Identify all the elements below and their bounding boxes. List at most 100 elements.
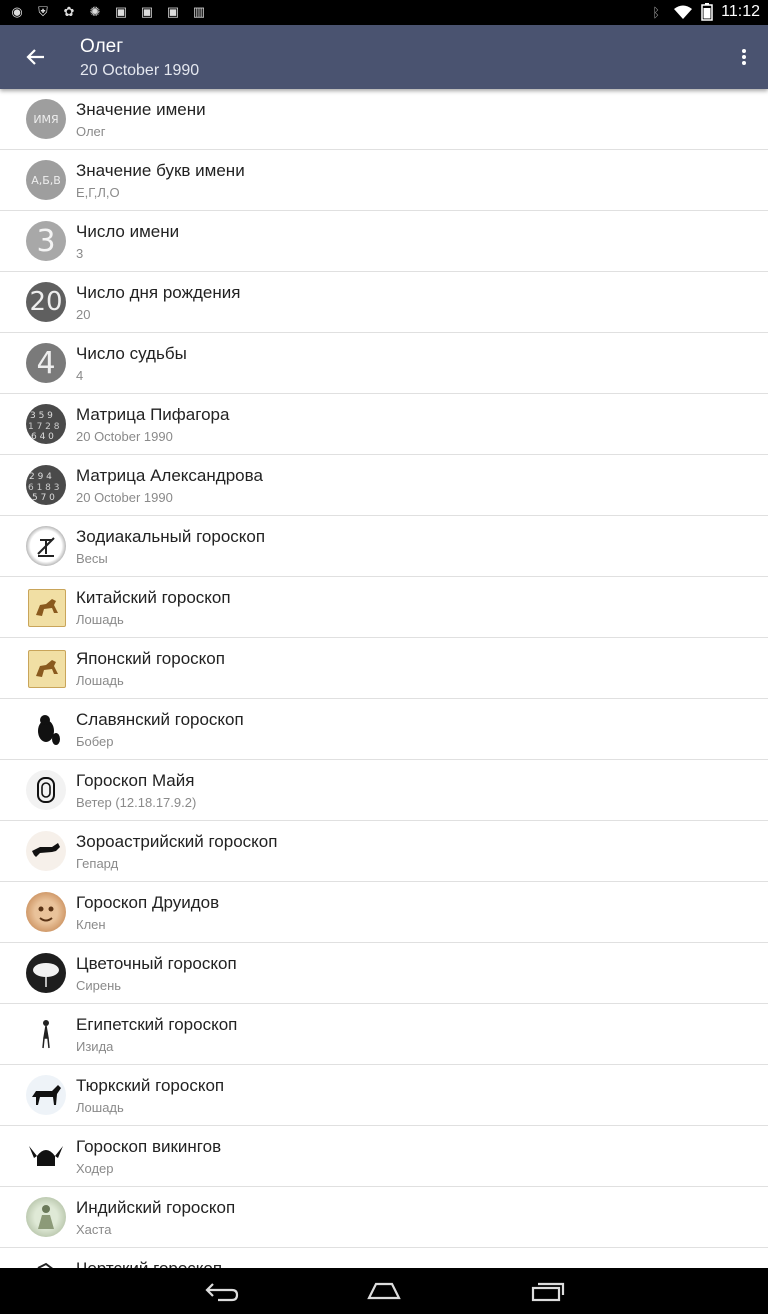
list-item[interactable]: Индийский гороскоп Хаста bbox=[0, 1187, 768, 1248]
isis-icon bbox=[26, 1014, 66, 1054]
list-item[interactable]: Китайский гороскоп Лошадь bbox=[0, 577, 768, 638]
item-title: Цветочный гороскоп bbox=[76, 954, 237, 973]
item-subtitle: 20 bbox=[76, 307, 91, 322]
shield-icon: ⛨ bbox=[38, 4, 48, 19]
item-subtitle: Изида bbox=[76, 1039, 114, 1054]
item-title: Славянский гороскоп bbox=[76, 710, 244, 729]
list-item[interactable]: Гороскоп Майя Ветер (12.18.17.9.2) bbox=[0, 760, 768, 821]
lilac-flower-icon bbox=[26, 953, 66, 993]
item-subtitle: Лошадь bbox=[76, 612, 124, 627]
svg-text:5 7 0: 5 7 0 bbox=[32, 493, 55, 503]
item-subtitle: Бобер bbox=[76, 734, 114, 749]
nav-recents-button[interactable] bbox=[528, 1277, 568, 1305]
list-item[interactable]: Цветочный гороскоп Сирень bbox=[0, 943, 768, 1004]
list-item[interactable]: 4 Число судьбы 4 bbox=[0, 333, 768, 394]
list-item[interactable]: Славянский гороскоп Бобер bbox=[0, 699, 768, 760]
number-icon: 3 bbox=[26, 221, 66, 261]
list-item[interactable]: Зороастрийский гороскоп Гепард bbox=[0, 821, 768, 882]
clock: 11:12 bbox=[721, 3, 760, 20]
list-item[interactable]: 2 9 46 1 8 35 7 0 Матрица Александрова 2… bbox=[0, 455, 768, 516]
back-button[interactable] bbox=[18, 39, 54, 75]
item-subtitle: Олег bbox=[76, 124, 106, 139]
item-subtitle: 20 October 1990 bbox=[76, 490, 173, 505]
item-subtitle: Ходер bbox=[76, 1161, 114, 1176]
item-title: Китайский гороскоп bbox=[76, 588, 231, 607]
item-subtitle: Весы bbox=[76, 551, 108, 566]
store-bag-icon: ▣ bbox=[114, 4, 128, 19]
horoscope-list[interactable]: ИМЯ Значение имени Олег А,Б,В Значение б… bbox=[0, 89, 768, 1268]
list-item[interactable]: Зодиакальный гороскоп Весы bbox=[0, 516, 768, 577]
beaver-icon bbox=[26, 709, 66, 749]
page-subtitle: 20 October 1990 bbox=[80, 62, 200, 79]
nav-back-button[interactable] bbox=[202, 1277, 242, 1305]
flower-icon: ✿ bbox=[63, 4, 75, 19]
notification-icons: ◉ ⛨ ✿ ✺ ▣ ▣ ▣ ▥ bbox=[8, 3, 208, 21]
alexandrov-matrix-icon: 2 9 46 1 8 35 7 0 bbox=[26, 465, 66, 505]
list-item[interactable]: Чертский гороскоп bbox=[0, 1248, 768, 1268]
item-subtitle: Хаста bbox=[76, 1222, 112, 1237]
item-title: Японский гороскоп bbox=[76, 649, 225, 668]
item-title: Гороскоп Друидов bbox=[76, 893, 220, 912]
druid-face-icon bbox=[26, 892, 66, 932]
item-subtitle: 4 bbox=[76, 368, 84, 383]
list-item[interactable]: Гороскоп Друидов Клен bbox=[0, 882, 768, 943]
overflow-menu-button[interactable] bbox=[734, 41, 754, 73]
bluetooth-icon: ᛒ bbox=[652, 4, 661, 20]
list-item[interactable]: Тюркский гороскоп Лошадь bbox=[0, 1065, 768, 1126]
libra-icon bbox=[26, 526, 66, 566]
item-subtitle: Сирень bbox=[76, 978, 122, 993]
barcode-icon: ▥ bbox=[192, 4, 206, 19]
svg-text:2 9 4: 2 9 4 bbox=[29, 472, 52, 482]
back-nav-icon bbox=[205, 1283, 239, 1302]
list-item[interactable]: Египетский гороскоп Изида bbox=[0, 1004, 768, 1065]
wifi-icon bbox=[674, 5, 693, 19]
item-title: Значение имени bbox=[76, 100, 206, 119]
list-item[interactable]: Японский гороскоп Лошадь bbox=[0, 638, 768, 699]
list-item[interactable]: 20 Число дня рождения 20 bbox=[0, 272, 768, 333]
list-item[interactable]: 3 5 91 7 2 86 4 0 Матрица Пифагора 20 Oc… bbox=[0, 394, 768, 455]
cheetah-icon bbox=[26, 831, 66, 871]
item-title: Зодиакальный гороскоп bbox=[76, 527, 266, 546]
viking-helmet-icon bbox=[26, 1136, 66, 1176]
item-subtitle: Ветер (12.18.17.9.2) bbox=[76, 795, 197, 810]
item-title: Число дня рождения bbox=[76, 283, 241, 302]
item-subtitle: Лошадь bbox=[76, 673, 124, 688]
list-item[interactable]: Гороскоп викингов Ходер bbox=[0, 1126, 768, 1187]
item-title: Матрица Пифагора bbox=[76, 405, 230, 424]
app-bar: Олег 20 October 1990 bbox=[0, 25, 768, 89]
status-bar: ◉ ⛨ ✿ ✺ ▣ ▣ ▣ ▥ ᛒ 11:12 bbox=[0, 0, 768, 25]
home-nav-icon bbox=[367, 1282, 401, 1300]
nav-home-button[interactable] bbox=[364, 1277, 404, 1305]
item-subtitle: Е,Г,Л,О bbox=[76, 185, 120, 200]
maya-glyph-icon bbox=[26, 770, 66, 810]
horse-scroll-icon bbox=[28, 650, 66, 688]
recents-nav-icon bbox=[531, 1282, 565, 1302]
list-item[interactable]: А,Б,В Значение букв имени Е,Г,Л,О bbox=[0, 150, 768, 211]
letters-icon: А,Б,В bbox=[26, 160, 66, 200]
battery-icon bbox=[701, 3, 713, 21]
item-title: Египетский гороскоп bbox=[76, 1015, 238, 1034]
item-title: Матрица Александрова bbox=[76, 466, 263, 485]
app-notification-icon: ◉ bbox=[11, 4, 23, 19]
list-item[interactable]: 3 Число имени 3 bbox=[0, 211, 768, 272]
item-title: Число имени bbox=[76, 222, 180, 241]
partial-icon bbox=[26, 1258, 66, 1268]
page-title: Олег bbox=[80, 36, 124, 57]
name-icon: ИМЯ bbox=[26, 99, 66, 139]
horse-scroll-icon bbox=[28, 589, 66, 627]
item-title: Тюркский гороскоп bbox=[76, 1076, 225, 1095]
svg-text:6 1 8 3: 6 1 8 3 bbox=[28, 483, 60, 493]
horse-icon bbox=[26, 1075, 66, 1115]
item-subtitle: 20 October 1990 bbox=[76, 429, 173, 444]
svg-text:6 4 0: 6 4 0 bbox=[31, 432, 54, 442]
item-title: Индийский гороскоп bbox=[76, 1198, 236, 1217]
navigation-bar bbox=[0, 1268, 768, 1314]
number-icon: 4 bbox=[26, 343, 66, 383]
more-vert-icon bbox=[742, 49, 746, 65]
system-status: ᛒ 11:12 bbox=[647, 3, 760, 21]
gear-icon: ✺ bbox=[89, 4, 101, 19]
svg-text:1 7 2 8: 1 7 2 8 bbox=[28, 422, 60, 432]
list-item[interactable]: ИМЯ Значение имени Олег bbox=[0, 89, 768, 150]
item-subtitle: Клен bbox=[76, 917, 106, 932]
item-subtitle: Лошадь bbox=[76, 1100, 124, 1115]
